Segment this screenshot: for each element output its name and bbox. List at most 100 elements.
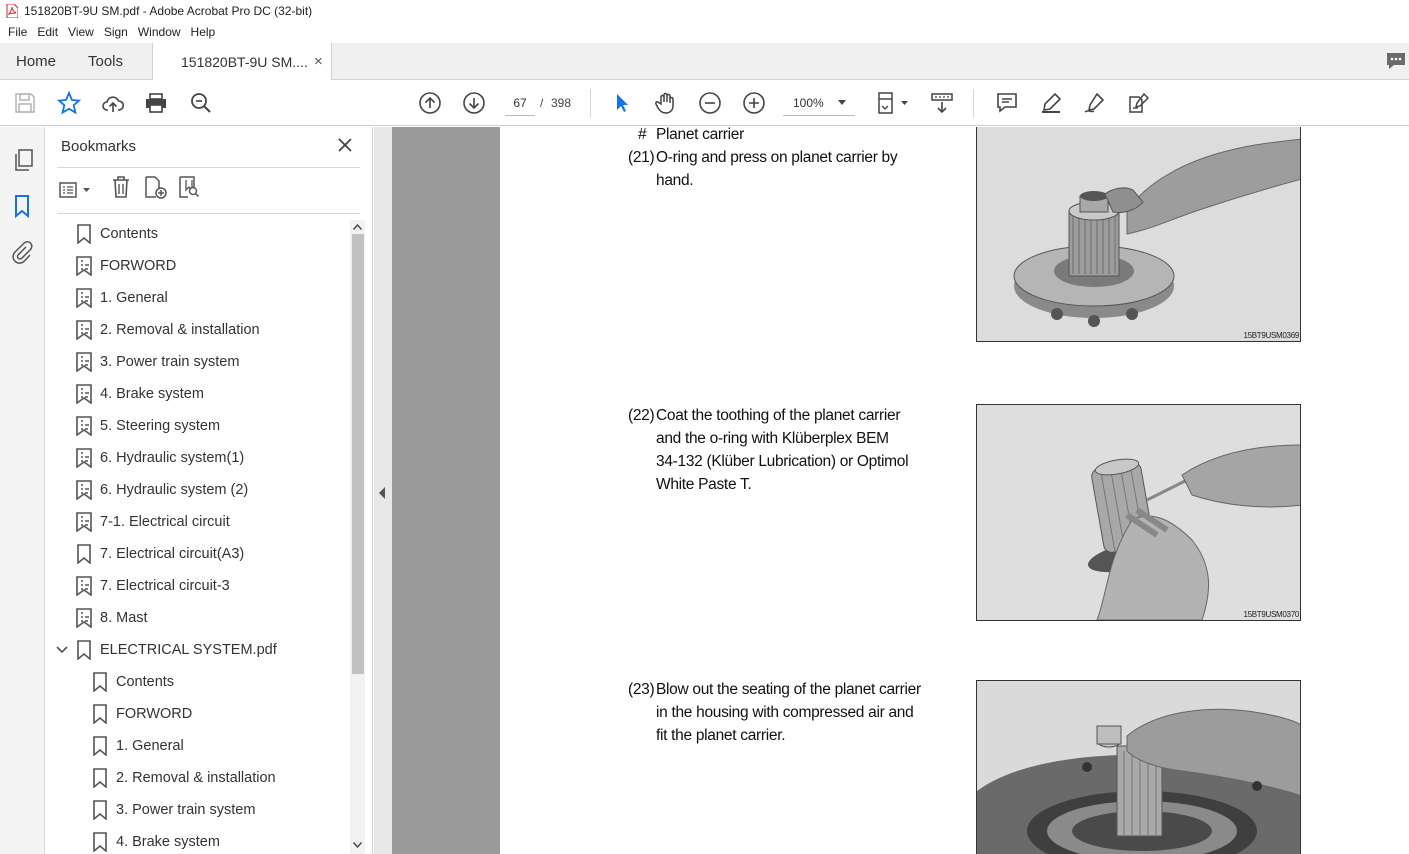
step-23: (23) Blow out the seating of the planet …: [628, 678, 968, 747]
bookmark-icon: [76, 544, 100, 564]
menu-file[interactable]: File: [3, 22, 32, 43]
close-panel-icon[interactable]: [335, 135, 355, 155]
bookmark-child-item[interactable]: 1. General: [92, 730, 184, 762]
comment-icon[interactable]: [994, 90, 1020, 116]
step-hash-text: Planet carrier: [656, 127, 744, 143]
bookmark-label: 7. Electrical circuit(A3): [100, 546, 245, 562]
bookmark-item[interactable]: 7. Electrical circuit(A3): [76, 538, 244, 570]
draw-pen-icon[interactable]: [1082, 90, 1108, 116]
zoom-in-icon[interactable]: [741, 90, 767, 116]
page-thumbnails-icon[interactable]: [12, 148, 34, 177]
bookmarks-scrollbar[interactable]: [350, 220, 365, 854]
menu-sign[interactable]: Sign: [99, 22, 133, 43]
bookmark-tree-icon: [76, 288, 100, 308]
photo-planet-carrier-press: 15BT9USM0369: [976, 127, 1301, 342]
bookmark-item[interactable]: 1. General: [76, 282, 168, 314]
bookmark-label: 7. Electrical circuit-3: [100, 578, 230, 594]
menu-edit[interactable]: Edit: [32, 22, 63, 43]
bookmark-item[interactable]: 5. Steering system: [76, 410, 220, 442]
tab-document[interactable]: 151820BT-9U SM.... ×: [152, 43, 332, 80]
scroll-up-arrow-icon[interactable]: [353, 224, 362, 230]
step-22-line: and the o-ring with Klüberplex BEM: [656, 430, 889, 447]
panel-collapse-strip[interactable]: [374, 127, 392, 854]
upload-cloud-icon[interactable]: [100, 90, 126, 116]
highlight-pen-icon[interactable]: [1038, 90, 1064, 116]
bookmarks-panel-title: Bookmarks: [61, 138, 137, 155]
find-bookmark-icon[interactable]: [177, 175, 211, 205]
comment-bubble-icon[interactable]: [1386, 52, 1406, 75]
bookmark-item[interactable]: 4. Brake system: [76, 378, 204, 410]
step-23-line: in the housing with compressed air and: [656, 704, 914, 721]
page-separator: /: [540, 96, 544, 110]
bookmark-child-item[interactable]: 4. Brake system: [92, 826, 220, 854]
bookmark-icon: [76, 640, 100, 660]
tab-close-icon[interactable]: ×: [314, 53, 323, 70]
tab-home-label: Home: [16, 53, 57, 70]
search-zoom-icon[interactable]: [188, 90, 214, 116]
bookmark-options-icon[interactable]: [59, 175, 97, 205]
step-hash-number: #: [638, 127, 647, 143]
bookmark-child-item[interactable]: Contents: [92, 666, 174, 698]
tab-tools[interactable]: Tools: [88, 43, 123, 80]
step-21-line: O-ring and press on planet carrier by: [656, 149, 898, 166]
zoom-level-dropdown[interactable]: 100%: [783, 90, 855, 116]
photo-fit-planet-carrier: [976, 680, 1301, 854]
print-icon[interactable]: [143, 90, 169, 116]
bookmark-item[interactable]: 3. Power train system: [76, 346, 239, 378]
hand-pan-icon[interactable]: [653, 90, 679, 116]
bookmark-label: 6. Hydraulic system (2): [100, 482, 249, 498]
bookmark-child-item[interactable]: 3. Power train system: [92, 794, 255, 826]
step-23-number: (23): [628, 681, 655, 698]
bookmark-item[interactable]: 2. Removal & installation: [76, 314, 260, 346]
step-22-line: White Paste T.: [656, 476, 752, 493]
step-23-line: fit the planet carrier.: [656, 727, 786, 744]
select-cursor-icon[interactable]: [609, 90, 635, 116]
bookmark-child-item[interactable]: 2. Removal & installation: [92, 762, 276, 794]
bookmark-tree-icon: [76, 480, 100, 500]
bookmark-item[interactable]: Contents: [76, 218, 158, 250]
bookmark-item[interactable]: 6. Hydraulic system (2): [76, 474, 248, 506]
chevron-down-icon[interactable]: [56, 646, 68, 654]
bookmark-icon: [92, 832, 116, 852]
tab-home[interactable]: Home: [16, 43, 56, 80]
tab-bar: Home Tools 151820BT-9U SM.... ×: [0, 43, 1409, 80]
previous-page-icon[interactable]: [417, 90, 443, 116]
bookmark-child-item[interactable]: FORWORD: [92, 698, 192, 730]
bookmark-item[interactable]: 6. Hydraulic system(1): [76, 442, 244, 474]
zoom-out-icon[interactable]: [697, 90, 723, 116]
new-bookmark-icon[interactable]: [143, 175, 177, 205]
menu-view[interactable]: View: [63, 22, 99, 43]
attachments-icon[interactable]: [11, 240, 33, 269]
bookmark-tree-icon: [76, 320, 100, 340]
page-number-input[interactable]: 67: [505, 90, 535, 116]
bookmark-item[interactable]: FORWORD: [76, 250, 176, 282]
menu-window[interactable]: Window: [133, 22, 186, 43]
bookmark-item[interactable]: 7. Electrical circuit-3: [76, 570, 230, 602]
toolbar-divider: [973, 89, 974, 117]
bookmark-label: FORWORD: [116, 706, 193, 722]
next-page-icon[interactable]: [461, 90, 487, 116]
bookmark-item[interactable]: 8. Mast: [76, 602, 148, 634]
bookmark-item[interactable]: 7-1. Electrical circuit: [76, 506, 230, 538]
window-title: 151820BT-9U SM.pdf - Adobe Acrobat Pro D…: [24, 4, 313, 18]
delete-bookmark-icon[interactable]: [111, 175, 143, 205]
menu-help[interactable]: Help: [186, 22, 221, 43]
star-icon[interactable]: [56, 90, 82, 116]
save-icon[interactable]: [12, 90, 38, 116]
bookmark-item[interactable]: ELECTRICAL SYSTEM.pdf: [56, 634, 277, 666]
bookmarks-panel-icon[interactable]: [13, 194, 31, 223]
bookmark-label: 2. Removal & installation: [116, 770, 276, 786]
page-fit-icon[interactable]: [873, 90, 913, 116]
bookmark-tree-icon: [76, 384, 100, 404]
bookmark-tree: Contents FORWORD 1. General 2. Removal & in…: [45, 218, 351, 854]
zoom-level-value: 100%: [793, 95, 824, 110]
scroll-down-arrow-icon[interactable]: [353, 842, 362, 848]
scrollbar-thumb[interactable]: [352, 234, 364, 674]
bookmark-tree-icon: [76, 512, 100, 532]
bookmark-tree-icon: [76, 352, 100, 372]
collapse-panel-arrow-icon[interactable]: [379, 487, 386, 499]
scroll-mode-icon[interactable]: [929, 90, 955, 116]
fill-sign-icon[interactable]: [1126, 90, 1152, 116]
bookmark-icon: [76, 224, 100, 244]
bookmark-tree-icon: [76, 576, 100, 596]
